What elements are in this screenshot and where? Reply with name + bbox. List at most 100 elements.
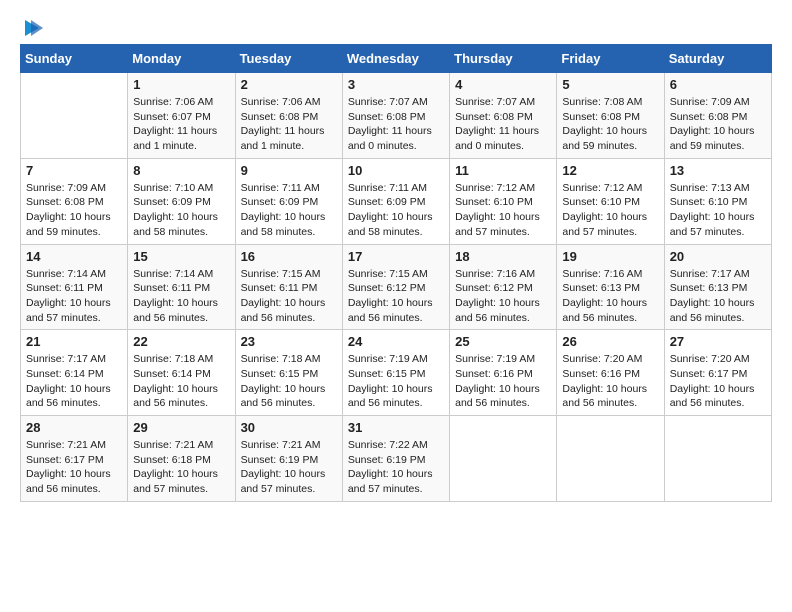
day-number: 31 — [348, 420, 444, 435]
day-info: Sunrise: 7:19 AMSunset: 6:15 PMDaylight:… — [348, 352, 444, 411]
weekday-header-tuesday: Tuesday — [235, 45, 342, 73]
calendar-cell: 24 Sunrise: 7:19 AMSunset: 6:15 PMDayligh… — [342, 330, 449, 416]
day-info: Sunrise: 7:16 AMSunset: 6:12 PMDaylight:… — [455, 267, 551, 326]
calendar-cell: 2 Sunrise: 7:06 AMSunset: 6:08 PMDaylight… — [235, 73, 342, 159]
weekday-header-sunday: Sunday — [21, 45, 128, 73]
day-number: 14 — [26, 249, 122, 264]
day-info: Sunrise: 7:13 AMSunset: 6:10 PMDaylight:… — [670, 181, 766, 240]
day-number: 19 — [562, 249, 658, 264]
day-number: 29 — [133, 420, 229, 435]
day-number: 20 — [670, 249, 766, 264]
day-number: 17 — [348, 249, 444, 264]
calendar-cell: 15Sunrise: 7:14 AMSunset: 6:11 PMDayligh… — [128, 244, 235, 330]
calendar-cell: 8Sunrise: 7:10 AMSunset: 6:09 PMDaylight… — [128, 158, 235, 244]
day-number: 13 — [670, 163, 766, 178]
day-number: 12 — [562, 163, 658, 178]
day-number: 30 — [241, 420, 337, 435]
calendar-cell: 6 Sunrise: 7:09 AMSunset: 6:08 PMDaylight… — [664, 73, 771, 159]
calendar-cell: 7Sunrise: 7:09 AMSunset: 6:08 PMDaylight… — [21, 158, 128, 244]
day-info: Sunrise: 7:07 AMSunset: 6:08 PMDaylight:… — [455, 95, 551, 154]
weekday-header-saturday: Saturday — [664, 45, 771, 73]
calendar-cell: 9Sunrise: 7:11 AMSunset: 6:09 PMDaylight… — [235, 158, 342, 244]
day-info: Sunrise: 7:21 AMSunset: 6:17 PMDaylight:… — [26, 438, 122, 497]
day-number: 24 — [348, 334, 444, 349]
calendar-cell: 12 Sunrise: 7:12 AMSunset: 6:10 PMDayligh… — [557, 158, 664, 244]
day-number: 5 — [562, 77, 658, 92]
day-number: 27 — [670, 334, 766, 349]
day-info: Sunrise: 7:19 AMSunset: 6:16 PMDaylight:… — [455, 352, 551, 411]
day-info: Sunrise: 7:07 AMSunset: 6:08 PMDaylight:… — [348, 95, 444, 154]
day-info: Sunrise: 7:22 AMSunset: 6:19 PMDaylight:… — [348, 438, 444, 497]
day-info: Sunrise: 7:18 AMSunset: 6:14 PMDaylight:… — [133, 352, 229, 411]
day-info: Sunrise: 7:06 AMSunset: 6:08 PMDaylight:… — [241, 95, 337, 154]
day-info: Sunrise: 7:09 AMSunset: 6:08 PMDaylight:… — [670, 95, 766, 154]
day-info: Sunrise: 7:18 AMSunset: 6:15 PMDaylight:… — [241, 352, 337, 411]
day-info: Sunrise: 7:15 AMSunset: 6:12 PMDaylight:… — [348, 267, 444, 326]
calendar-cell: 5 Sunrise: 7:08 AMSunset: 6:08 PMDaylight… — [557, 73, 664, 159]
calendar-cell: 25 Sunrise: 7:19 AMSunset: 6:16 PMDayligh… — [450, 330, 557, 416]
day-info: Sunrise: 7:11 AMSunset: 6:09 PMDaylight:… — [348, 181, 444, 240]
weekday-header-thursday: Thursday — [450, 45, 557, 73]
day-info: Sunrise: 7:14 AMSunset: 6:11 PMDaylight:… — [133, 267, 229, 326]
day-number: 6 — [670, 77, 766, 92]
logo-icon — [21, 18, 43, 38]
day-number: 2 — [241, 77, 337, 92]
day-number: 4 — [455, 77, 551, 92]
day-info: Sunrise: 7:20 AMSunset: 6:17 PMDaylight:… — [670, 352, 766, 411]
weekday-header-monday: Monday — [128, 45, 235, 73]
calendar-cell: 11 Sunrise: 7:12 AMSunset: 6:10 PMDayligh… — [450, 158, 557, 244]
calendar-cell: 27 Sunrise: 7:20 AMSunset: 6:17 PMDayligh… — [664, 330, 771, 416]
day-number: 10 — [348, 163, 444, 178]
calendar-table: SundayMondayTuesdayWednesdayThursdayFrid… — [20, 44, 772, 502]
day-info: Sunrise: 7:21 AMSunset: 6:19 PMDaylight:… — [241, 438, 337, 497]
calendar-cell: 10 Sunrise: 7:11 AMSunset: 6:09 PMDayligh… — [342, 158, 449, 244]
calendar-cell: 22 Sunrise: 7:18 AMSunset: 6:14 PMDayligh… — [128, 330, 235, 416]
day-info: Sunrise: 7:12 AMSunset: 6:10 PMDaylight:… — [455, 181, 551, 240]
day-info: Sunrise: 7:06 AMSunset: 6:07 PMDaylight:… — [133, 95, 229, 154]
calendar-cell: 16 Sunrise: 7:15 AMSunset: 6:11 PMDayligh… — [235, 244, 342, 330]
calendar-cell: 14 Sunrise: 7:14 AMSunset: 6:11 PMDayligh… — [21, 244, 128, 330]
calendar-cell: 13 Sunrise: 7:13 AMSunset: 6:10 PMDayligh… — [664, 158, 771, 244]
day-number: 16 — [241, 249, 337, 264]
calendar-cell: 19 Sunrise: 7:16 AMSunset: 6:13 PMDayligh… — [557, 244, 664, 330]
day-info: Sunrise: 7:12 AMSunset: 6:10 PMDaylight:… — [562, 181, 658, 240]
page-header — [20, 20, 772, 34]
calendar-cell: 1 Sunrise: 7:06 AMSunset: 6:07 PMDaylight… — [128, 73, 235, 159]
day-number: 21 — [26, 334, 122, 349]
calendar-cell: 20 Sunrise: 7:17 AMSunset: 6:13 PMDayligh… — [664, 244, 771, 330]
day-number: 3 — [348, 77, 444, 92]
day-info: Sunrise: 7:14 AMSunset: 6:11 PMDaylight:… — [26, 267, 122, 326]
day-info: Sunrise: 7:16 AMSunset: 6:13 PMDaylight:… — [562, 267, 658, 326]
day-info: Sunrise: 7:11 AMSunset: 6:09 PMDaylight:… — [241, 181, 337, 240]
day-number: 26 — [562, 334, 658, 349]
calendar-cell — [450, 416, 557, 502]
weekday-header-wednesday: Wednesday — [342, 45, 449, 73]
day-info: Sunrise: 7:15 AMSunset: 6:11 PMDaylight:… — [241, 267, 337, 326]
calendar-cell: 28 Sunrise: 7:21 AMSunset: 6:17 PMDayligh… — [21, 416, 128, 502]
day-number: 25 — [455, 334, 551, 349]
day-number: 7 — [26, 163, 122, 178]
day-number: 28 — [26, 420, 122, 435]
calendar-cell — [664, 416, 771, 502]
calendar-cell — [21, 73, 128, 159]
calendar-cell: 31 Sunrise: 7:22 AMSunset: 6:19 PMDayligh… — [342, 416, 449, 502]
day-number: 18 — [455, 249, 551, 264]
day-info: Sunrise: 7:17 AMSunset: 6:13 PMDaylight:… — [670, 267, 766, 326]
day-number: 22 — [133, 334, 229, 349]
calendar-cell: 17 Sunrise: 7:15 AMSunset: 6:12 PMDayligh… — [342, 244, 449, 330]
calendar-cell: 18 Sunrise: 7:16 AMSunset: 6:12 PMDayligh… — [450, 244, 557, 330]
day-number: 11 — [455, 163, 551, 178]
calendar-cell: 29Sunrise: 7:21 AMSunset: 6:18 PMDayligh… — [128, 416, 235, 502]
weekday-header-friday: Friday — [557, 45, 664, 73]
day-info: Sunrise: 7:20 AMSunset: 6:16 PMDaylight:… — [562, 352, 658, 411]
day-number: 1 — [133, 77, 229, 92]
day-info: Sunrise: 7:08 AMSunset: 6:08 PMDaylight:… — [562, 95, 658, 154]
calendar-cell: 26 Sunrise: 7:20 AMSunset: 6:16 PMDayligh… — [557, 330, 664, 416]
calendar-cell: 23 Sunrise: 7:18 AMSunset: 6:15 PMDayligh… — [235, 330, 342, 416]
calendar-header: SundayMondayTuesdayWednesdayThursdayFrid… — [21, 45, 772, 73]
calendar-cell: 21Sunrise: 7:17 AMSunset: 6:14 PMDayligh… — [21, 330, 128, 416]
calendar-cell — [557, 416, 664, 502]
calendar-cell: 30 Sunrise: 7:21 AMSunset: 6:19 PMDayligh… — [235, 416, 342, 502]
day-number: 23 — [241, 334, 337, 349]
day-info: Sunrise: 7:10 AMSunset: 6:09 PMDaylight:… — [133, 181, 229, 240]
